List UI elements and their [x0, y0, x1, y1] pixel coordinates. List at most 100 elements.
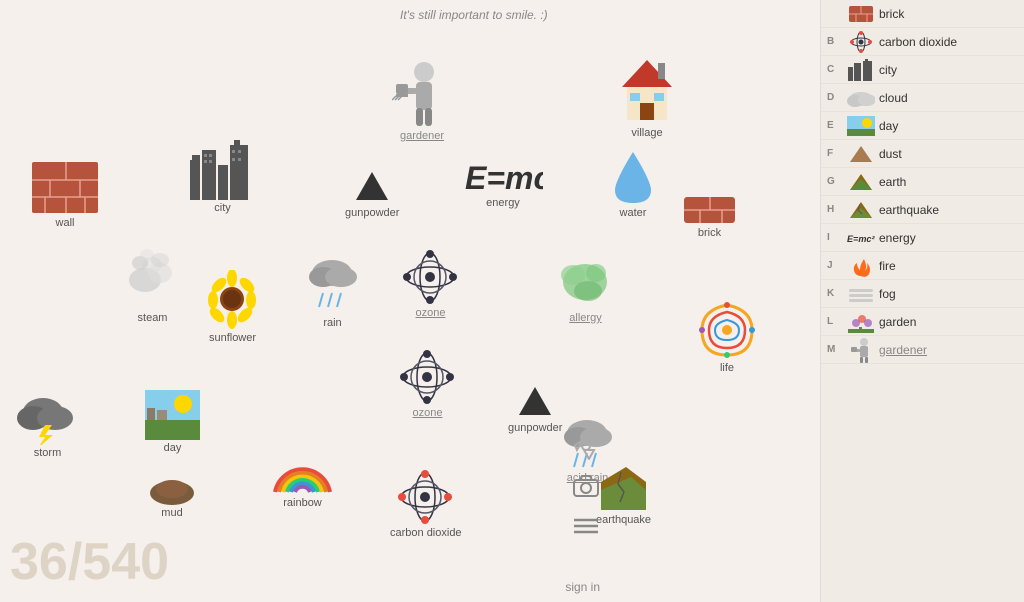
carbon-dioxide-label: carbon dioxide: [390, 527, 462, 539]
rainbow-icon: [270, 450, 335, 495]
sidebar-item-earthquake[interactable]: H earthquake: [821, 196, 1024, 224]
sidebar-carbon-dioxide-icon: [847, 31, 875, 53]
sidebar-brick-icon: [847, 3, 875, 25]
mud-label: mud: [161, 507, 182, 519]
canvas-item-earthquake[interactable]: earthquake: [596, 462, 651, 526]
steam-label: steam: [138, 312, 168, 324]
wall-label: wall: [56, 217, 75, 229]
water-icon: [613, 150, 653, 205]
gardener-icon: [392, 58, 452, 128]
sidebar-letter-e: E: [827, 120, 843, 131]
sidebar-item-city[interactable]: C city: [821, 56, 1024, 84]
sidebar-earth-label: earth: [879, 175, 906, 189]
canvas-item-life[interactable]: life: [697, 300, 757, 374]
canvas-item-ozone2[interactable]: ozone: [400, 350, 455, 419]
allergy-icon: [558, 255, 613, 310]
sidebar-letter-c: C: [827, 64, 843, 75]
sidebar-item-carbon-dioxide[interactable]: B carbon dioxide: [821, 28, 1024, 56]
gardener-label: gardener: [400, 130, 444, 142]
sidebar-letter-f: F: [827, 148, 843, 159]
canvas-item-carbon-dioxide[interactable]: carbon dioxide: [390, 470, 462, 539]
brick-label: brick: [698, 227, 721, 239]
city-icon: [190, 140, 255, 200]
recycle-button[interactable]: [570, 430, 602, 462]
item-counter: 36/540: [10, 532, 169, 592]
sidebar-letter-l: L: [827, 316, 843, 327]
storm-label: storm: [34, 447, 62, 459]
sidebar-cloud-icon: [847, 87, 875, 109]
sidebar-item-fog[interactable]: K fog: [821, 280, 1024, 308]
sidebar-item-fire[interactable]: J fire: [821, 252, 1024, 280]
sidebar-letter-g: G: [827, 176, 843, 187]
canvas-item-brick[interactable]: brick: [682, 195, 737, 239]
sidebar-letter-i: I: [827, 232, 843, 243]
sidebar-garden-label: garden: [879, 315, 916, 329]
brick-icon: [682, 195, 737, 225]
sidebar-item-earth[interactable]: G earth: [821, 168, 1024, 196]
sidebar-cloud-label: cloud: [879, 91, 908, 105]
sidebar-item-dust[interactable]: F dust: [821, 140, 1024, 168]
sidebar-item-garden[interactable]: L garden: [821, 308, 1024, 336]
canvas-item-rain[interactable]: rain: [305, 255, 360, 329]
canvas-item-wall[interactable]: wall: [30, 160, 100, 229]
canvas-item-steam[interactable]: steam: [125, 245, 180, 324]
canvas-item-village[interactable]: village: [612, 55, 682, 139]
svg-text:E=mc²: E=mc²: [465, 160, 543, 195]
earthquake-label: earthquake: [596, 514, 651, 526]
sidebar-fire-label: fire: [879, 259, 896, 273]
storm-icon: [15, 390, 80, 445]
rain-label: rain: [323, 317, 341, 329]
sidebar-day-icon: [847, 115, 875, 137]
gunpowder2-icon: [515, 385, 555, 420]
sidebar-fog-icon: [847, 283, 875, 305]
canvas-item-allergy[interactable]: allergy: [558, 255, 613, 324]
sunflower-icon: [205, 270, 260, 330]
sidebar-item-energy[interactable]: I E=mc² energy: [821, 224, 1024, 252]
sidebar-letter-m: M: [827, 344, 843, 355]
sidebar-carbon-dioxide-label: carbon dioxide: [879, 35, 957, 49]
ozone2-label: ozone: [413, 407, 443, 419]
day-label: day: [164, 442, 182, 454]
ozone1-label: ozone: [416, 307, 446, 319]
allergy-label: allergy: [569, 312, 601, 324]
canvas-item-energy[interactable]: E=mc² energy: [463, 155, 543, 209]
ozone2-icon: [400, 350, 455, 405]
sidebar-item-cloud[interactable]: D cloud: [821, 84, 1024, 112]
ozone1-icon: [403, 250, 458, 305]
sidebar-letter-d: D: [827, 92, 843, 103]
menu-button[interactable]: [570, 510, 602, 542]
life-label: life: [720, 362, 734, 374]
sign-in-button[interactable]: sign in: [565, 580, 600, 594]
gunpowder1-icon: [350, 170, 395, 205]
sidebar-item-gardener[interactable]: M gardener: [821, 336, 1024, 364]
village-icon: [612, 55, 682, 125]
sidebar-day-label: day: [879, 119, 898, 133]
gunpowder1-label: gunpowder: [345, 207, 399, 219]
sidebar-fog-label: fog: [879, 287, 896, 301]
sidebar-item-brick[interactable]: brick: [821, 0, 1024, 28]
rain-icon: [305, 255, 360, 315]
canvas-item-rainbow[interactable]: rainbow: [270, 450, 335, 509]
canvas-item-ozone1[interactable]: ozone: [403, 250, 458, 319]
canvas-item-gardener[interactable]: gardener: [392, 58, 452, 142]
village-label: village: [631, 127, 662, 139]
water-label: water: [620, 207, 647, 219]
sidebar-letter-h: H: [827, 204, 843, 215]
earthquake-icon: [596, 462, 651, 512]
canvas-item-water[interactable]: water: [613, 150, 653, 219]
canvas-item-sunflower[interactable]: sunflower: [205, 270, 260, 344]
canvas-item-mud[interactable]: mud: [148, 475, 196, 519]
sidebar-brick-label: brick: [879, 7, 904, 21]
camera-button[interactable]: [570, 470, 602, 502]
canvas-item-storm[interactable]: storm: [15, 390, 80, 459]
canvas-item-gunpowder2[interactable]: gunpowder: [508, 385, 562, 434]
canvas-item-day[interactable]: day: [145, 390, 200, 454]
sidebar-item-day[interactable]: E day: [821, 112, 1024, 140]
sidebar: brick B carbon dioxide C: [820, 0, 1024, 602]
steam-icon: [125, 245, 180, 310]
sidebar-dust-icon: [847, 143, 875, 165]
sidebar-dust-label: dust: [879, 147, 902, 161]
canvas-item-gunpowder1[interactable]: gunpowder: [345, 170, 399, 219]
canvas-item-city[interactable]: city: [190, 140, 255, 214]
canvas-area: It's still important to smile. :) wall: [0, 0, 820, 602]
